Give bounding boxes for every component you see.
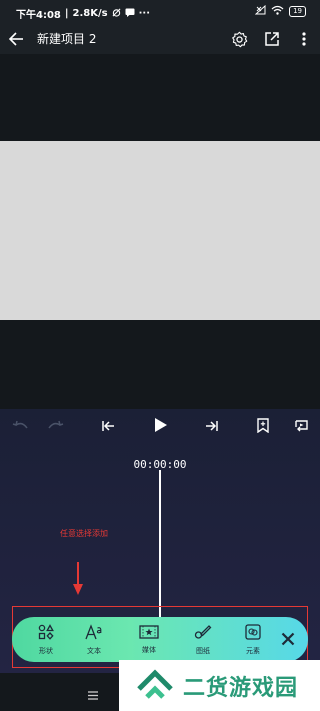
status-overflow: ··· (138, 8, 151, 19)
tool-drawing[interactable]: 图纸 (179, 624, 227, 656)
tool-media-label: 媒体 (142, 646, 156, 654)
alarm-icon (112, 8, 121, 20)
tool-media[interactable]: 媒体 (125, 624, 173, 655)
redo-icon[interactable] (46, 417, 66, 435)
media-icon (139, 624, 159, 643)
preview-letterbox-top (0, 54, 320, 141)
gear-icon[interactable] (229, 29, 249, 49)
text-icon (85, 623, 103, 644)
tool-element[interactable]: 元素 (229, 623, 277, 656)
element-icon (245, 623, 261, 644)
network-speed: 2.8K/s (72, 8, 108, 19)
play-icon[interactable] (150, 414, 172, 436)
message-icon (125, 8, 135, 20)
annotation-text: 任意选择添加 (60, 529, 108, 538)
tool-text-label: 文本 (87, 646, 101, 655)
playhead-line[interactable] (159, 470, 161, 620)
status-time: 下午4:08 (16, 10, 61, 21)
status-bar: 下午4:08 | 2.8K/s ··· 19 (0, 0, 320, 24)
tool-text[interactable]: 文本 (70, 623, 118, 656)
status-left: 下午4:08 | 2.8K/s ··· (16, 6, 150, 21)
status-right: 19 (254, 4, 306, 18)
preview-letterbox-bottom (0, 320, 320, 409)
wifi-icon (271, 5, 284, 18)
status-divider: | (64, 8, 69, 19)
export-icon[interactable] (262, 29, 282, 49)
tool-shapes-label: 形状 (39, 646, 53, 655)
back-arrow-icon[interactable] (6, 29, 26, 49)
watermark-logo-icon (137, 668, 173, 703)
menu-icon[interactable] (88, 685, 98, 704)
tool-shapes[interactable]: 形状 (22, 623, 70, 656)
tool-drawing-label: 图纸 (196, 646, 210, 655)
project-title: 新建项目 2 (37, 32, 97, 46)
bookmark-add-icon[interactable] (254, 416, 272, 434)
shapes-icon (38, 623, 54, 644)
more-vertical-icon[interactable] (294, 29, 314, 49)
add-content-toolbar: 形状 文本 媒体 图纸 元素 (12, 617, 308, 662)
close-icon[interactable] (278, 629, 298, 649)
tool-element-label: 元素 (246, 646, 260, 655)
skip-to-end-icon[interactable] (202, 417, 222, 435)
loop-playback-icon[interactable] (291, 416, 311, 434)
app-bar: 新建项目 2 (0, 24, 320, 54)
watermark-text: 二货游戏园 (183, 675, 299, 701)
red-arrow-icon (72, 562, 84, 600)
preview-canvas[interactable] (0, 141, 320, 320)
signal-icon (254, 4, 266, 18)
battery-icon: 19 (289, 6, 306, 17)
drawing-icon (194, 624, 212, 644)
undo-icon[interactable] (10, 417, 30, 435)
skip-to-start-icon[interactable] (98, 417, 118, 435)
watermark: 二货游戏园 (119, 660, 320, 711)
